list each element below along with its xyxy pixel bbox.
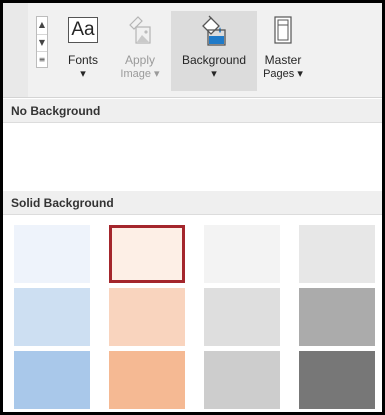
fonts-button[interactable]: Aa Fonts ▾	[59, 11, 107, 91]
master-pages-label-line1: Master	[264, 53, 302, 67]
master-pages-button[interactable]: Master Pages ▾	[257, 11, 309, 91]
apply-image-icon	[129, 16, 151, 44]
fonts-icon: Aa	[68, 17, 98, 43]
no-background-header: No Background	[3, 99, 382, 123]
background-swatch[interactable]	[14, 351, 90, 409]
scroll-up-icon[interactable]: ▲	[37, 17, 47, 33]
background-swatch[interactable]	[14, 288, 90, 346]
no-background-option[interactable]	[3, 123, 382, 191]
background-swatch[interactable]	[204, 225, 280, 283]
apply-image-dropdown-icon: ▾	[154, 68, 160, 80]
fonts-label: Fonts	[67, 53, 98, 67]
background-swatch[interactable]	[299, 351, 375, 409]
ribbon: ▲ ▼ ≡ Aa Fonts ▾ Apply Image ▾ Backgroun…	[3, 3, 382, 98]
background-swatch[interactable]	[109, 225, 185, 283]
master-pages-dropdown-icon: ▾	[297, 68, 303, 80]
background-swatch[interactable]	[299, 288, 375, 346]
background-swatch[interactable]	[109, 288, 185, 346]
background-dropdown-icon: ▾	[211, 68, 217, 80]
gallery-scrollbar[interactable]: ▲ ▼ ≡	[36, 16, 48, 68]
background-swatch[interactable]	[14, 225, 90, 283]
fonts-dropdown-icon: ▾	[80, 68, 86, 80]
master-pages-label-line2: Pages	[263, 68, 295, 80]
background-swatch[interactable]	[109, 351, 185, 409]
master-pages-label-line2-group: Pages ▾	[257, 68, 309, 81]
background-gallery-window: ▲ ▼ ≡ Aa Fonts ▾ Apply Image ▾ Backgroun…	[3, 3, 382, 412]
background-fill-icon	[202, 15, 226, 46]
apply-image-label-line2-group: Image ▾	[115, 68, 165, 81]
background-button[interactable]: Background ▾	[171, 11, 257, 91]
apply-image-label-line1: Apply	[124, 53, 156, 67]
ribbon-edge	[3, 3, 28, 97]
apply-image-label-line2: Image	[120, 68, 151, 80]
background-swatch[interactable]	[204, 288, 280, 346]
background-label: Background	[181, 53, 247, 67]
master-pages-icon	[274, 16, 292, 44]
apply-image-button[interactable]: Apply Image ▾	[115, 11, 165, 91]
solid-background-header: Solid Background	[3, 191, 382, 215]
scroll-down-icon[interactable]: ▼	[37, 34, 47, 51]
background-swatch[interactable]	[204, 351, 280, 409]
background-swatch[interactable]	[299, 225, 375, 283]
more-options-icon[interactable]: ≡	[37, 51, 47, 68]
